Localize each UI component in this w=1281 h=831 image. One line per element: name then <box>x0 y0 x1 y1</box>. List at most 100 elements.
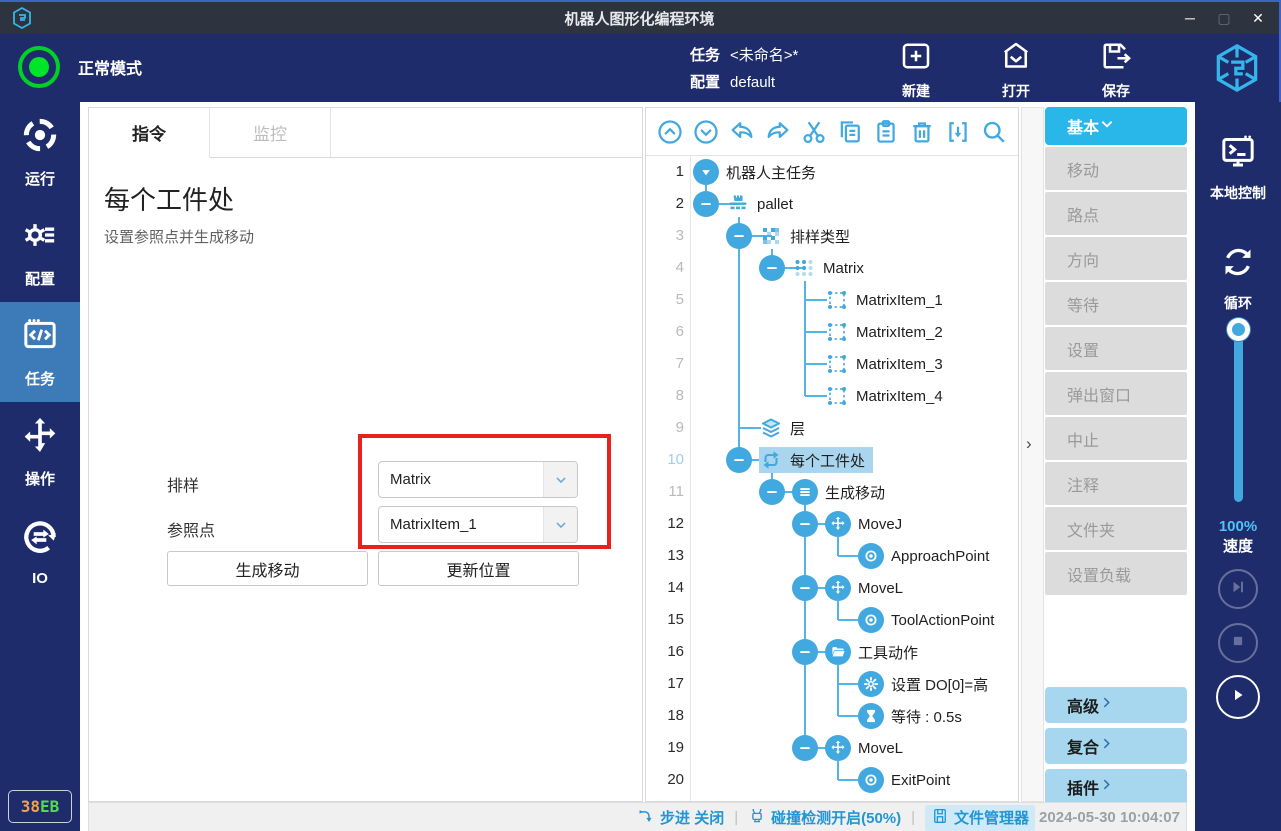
speed-slider-thumb[interactable] <box>1227 318 1250 341</box>
speed-slider-track[interactable] <box>1234 336 1243 502</box>
play-button[interactable] <box>1216 675 1260 719</box>
command-group-高级[interactable]: 高级 <box>1045 687 1187 723</box>
open-button[interactable]: 打开 <box>980 38 1052 101</box>
command-item[interactable]: 路点 <box>1045 192 1187 235</box>
collapse-toggle[interactable] <box>792 575 818 601</box>
tab-monitor[interactable]: 监控 <box>210 108 331 157</box>
tree-row: 2pallet <box>646 188 1018 220</box>
command-item[interactable]: 移动 <box>1045 147 1187 190</box>
tree-node[interactable]: ExitPoint <box>858 767 958 793</box>
command-item[interactable]: 设置 <box>1045 327 1187 370</box>
expand-all-icon[interactable] <box>692 118 720 146</box>
collapse-all-icon[interactable] <box>656 118 684 146</box>
generate-move-button[interactable]: 生成移动 <box>167 551 368 586</box>
tree-node[interactable]: ApproachPoint <box>858 543 997 569</box>
collapse-toggle[interactable] <box>759 255 785 281</box>
collapse-toggle[interactable] <box>792 511 818 537</box>
tab-instruction[interactable]: 指令 <box>89 108 210 158</box>
command-item[interactable]: 文件夹 <box>1045 507 1187 550</box>
tree-node[interactable]: 机器人主任务 <box>693 159 824 185</box>
save-button[interactable]: 保存 <box>1080 38 1152 101</box>
close-button[interactable]: ✕ <box>1243 5 1273 31</box>
speed-label: 速度 <box>1195 535 1281 556</box>
tree-node[interactable]: MatrixItem_2 <box>825 319 951 345</box>
command-category-basic[interactable]: 基本 <box>1045 107 1187 145</box>
command-item[interactable]: 弹出窗口 <box>1045 372 1187 415</box>
tree-node[interactable]: MoveL <box>825 575 911 601</box>
matrix-item-icon <box>825 320 849 344</box>
update-position-button[interactable]: 更新位置 <box>378 551 579 586</box>
collapse-toggle[interactable] <box>726 223 752 249</box>
rail-item-cycle[interactable]: 循环 <box>1195 242 1281 313</box>
file-manager-button[interactable]: 文件管理器 <box>925 805 1035 831</box>
reference-point-select[interactable]: MatrixItem_1 <box>378 506 578 543</box>
tree-node[interactable]: MatrixItem_4 <box>825 383 951 409</box>
sidebar-item-operate[interactable]: 操作 <box>0 402 80 502</box>
command-group-复合[interactable]: 复合 <box>1045 728 1187 764</box>
tree-node[interactable]: MatrixItem_3 <box>825 351 951 377</box>
tree-node[interactable]: MatrixItem_1 <box>825 287 951 313</box>
tree-node[interactable]: MoveJ <box>825 511 910 537</box>
tree-node[interactable]: 生成移动 <box>792 479 893 505</box>
tree-node[interactable]: 设置 DO[0]=高 <box>858 671 996 697</box>
collapse-toggle[interactable] <box>792 639 818 665</box>
tree-node[interactable]: 工具动作 <box>825 639 926 665</box>
insert-icon[interactable] <box>944 118 972 146</box>
panel-expander[interactable]: › <box>1021 107 1044 802</box>
header-action-label: 打开 <box>1002 81 1030 101</box>
redo-icon[interactable] <box>764 118 792 146</box>
collapse-toggle[interactable] <box>726 447 752 473</box>
page-subtitle: 设置参照点并生成移动 <box>104 226 254 247</box>
tree-node[interactable]: 排样类型 <box>759 223 858 249</box>
sidebar-item-label: 操作 <box>25 468 55 489</box>
tree-node[interactable]: MoveL <box>825 735 911 761</box>
new-button[interactable]: 新建 <box>880 38 952 101</box>
config-label: 配置 <box>690 74 720 91</box>
tree-node-label: MoveL <box>858 580 911 597</box>
line-number: 10 <box>646 444 684 476</box>
paste-icon[interactable] <box>872 118 900 146</box>
sidebar-item-run[interactable]: 运行 <box>0 102 80 202</box>
pattern-grid-icon <box>759 224 783 248</box>
command-item[interactable]: 设置负载 <box>1045 552 1187 595</box>
rail-item-local-control[interactable]: 本地控制 <box>1195 132 1281 203</box>
pattern-select[interactable]: Matrix <box>378 461 578 498</box>
collapse-toggle[interactable] <box>693 191 719 217</box>
tree-node-label: MatrixItem_4 <box>856 388 951 405</box>
collapse-toggle[interactable] <box>759 479 785 505</box>
tree-node-label: 设置 DO[0]=高 <box>891 674 996 695</box>
collision-detect-status[interactable]: 碰撞检测开启(50%) <box>748 807 901 829</box>
command-group-插件[interactable]: 插件 <box>1045 769 1187 805</box>
tree-node-label: ApproachPoint <box>891 548 997 565</box>
command-item[interactable]: 等待 <box>1045 282 1187 325</box>
stop-icon <box>1229 632 1247 655</box>
collapse-toggle[interactable] <box>792 735 818 761</box>
maximize-button[interactable]: ▢ <box>1209 5 1239 31</box>
tree-node[interactable]: 等待 : 0.5s <box>858 703 970 729</box>
delete-icon[interactable] <box>908 118 936 146</box>
tree-node[interactable]: 层 <box>759 415 813 441</box>
step-mode-status[interactable]: 步进 关闭 <box>637 807 724 829</box>
copy-icon[interactable] <box>836 118 864 146</box>
tree-row: 8MatrixItem_4 <box>646 380 1018 412</box>
minimize-button[interactable]: ─ <box>1175 5 1205 31</box>
command-item[interactable]: 中止 <box>1045 417 1187 460</box>
command-groups: 高级复合插件 <box>1045 687 1187 805</box>
command-item[interactable]: 注释 <box>1045 462 1187 505</box>
tree-node[interactable]: Matrix <box>792 255 872 281</box>
cut-icon[interactable] <box>800 118 828 146</box>
tree-node[interactable]: pallet <box>726 191 801 217</box>
search-icon[interactable] <box>980 118 1008 146</box>
sidebar-item-config[interactable]: 配置 <box>0 202 80 302</box>
sidebar-item-io[interactable]: IO <box>0 502 80 602</box>
undo-icon[interactable] <box>728 118 756 146</box>
command-item[interactable]: 方向 <box>1045 237 1187 280</box>
run-icon <box>20 115 60 160</box>
line-number: 19 <box>646 732 684 764</box>
tree-node-label: pallet <box>757 196 801 213</box>
tree-node[interactable]: ToolActionPoint <box>858 607 1002 633</box>
tree-node[interactable]: 每个工件处 <box>759 447 873 473</box>
program-tree: 1机器人主任务2pallet3排样类型4Matrix5MatrixItem_16… <box>646 156 1018 801</box>
tree-node-label: ExitPoint <box>891 772 958 789</box>
sidebar-item-task[interactable]: 任务 <box>0 302 80 402</box>
